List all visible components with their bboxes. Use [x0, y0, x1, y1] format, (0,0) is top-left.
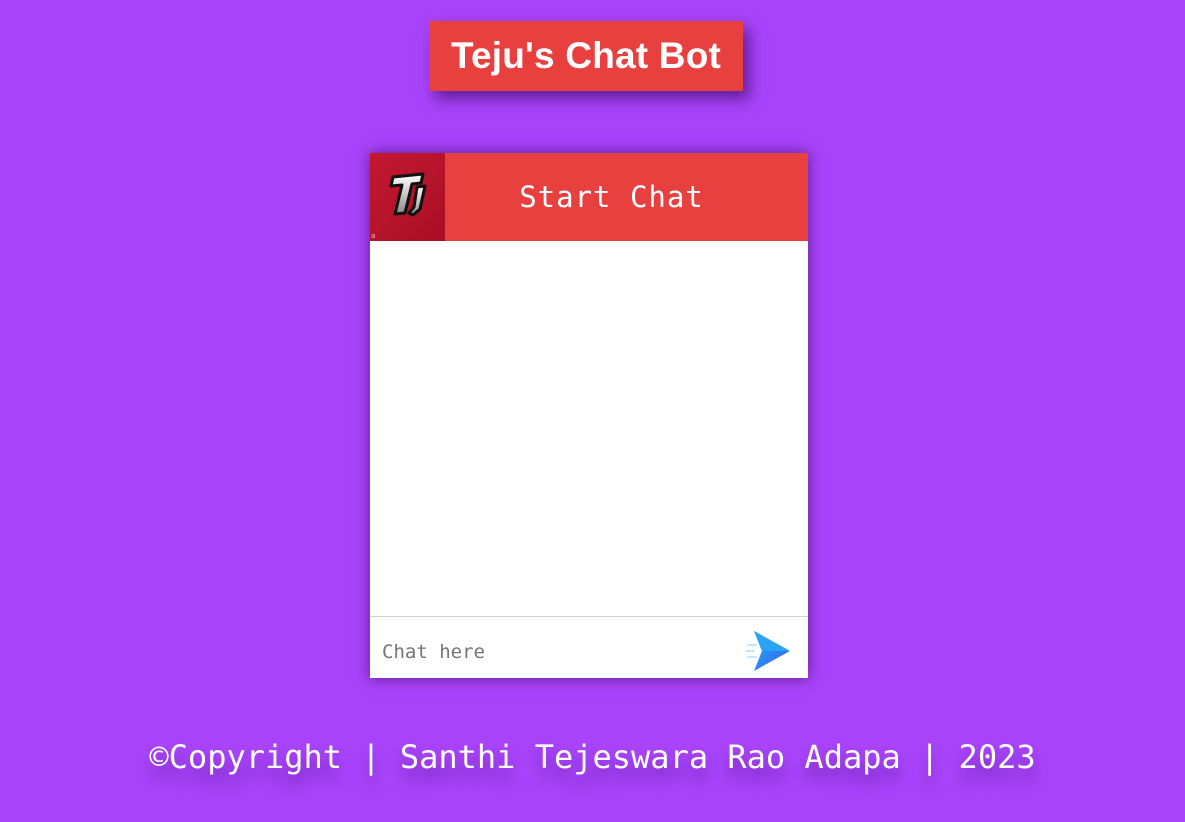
chat-input-bar — [370, 616, 808, 678]
chat-header: a Start Chat — [370, 153, 808, 241]
send-arrow-icon — [746, 630, 790, 671]
chat-header-title: Start Chat — [519, 180, 704, 214]
tj-logo-icon: a — [370, 153, 445, 241]
logo-corner-mark: a — [371, 232, 376, 240]
tj-logo-graphic — [389, 172, 426, 217]
chat-input[interactable] — [382, 631, 744, 672]
chat-messages-area[interactable] — [370, 241, 808, 616]
page-title: Teju's Chat Bot — [450, 35, 722, 76]
send-button[interactable] — [744, 626, 794, 676]
page-title-box: Teju's Chat Bot — [429, 21, 743, 91]
copyright-footer: ©Copyright | Santhi Tejeswara Rao Adapa … — [149, 738, 1036, 776]
chat-window: a Start Chat — [370, 153, 808, 678]
